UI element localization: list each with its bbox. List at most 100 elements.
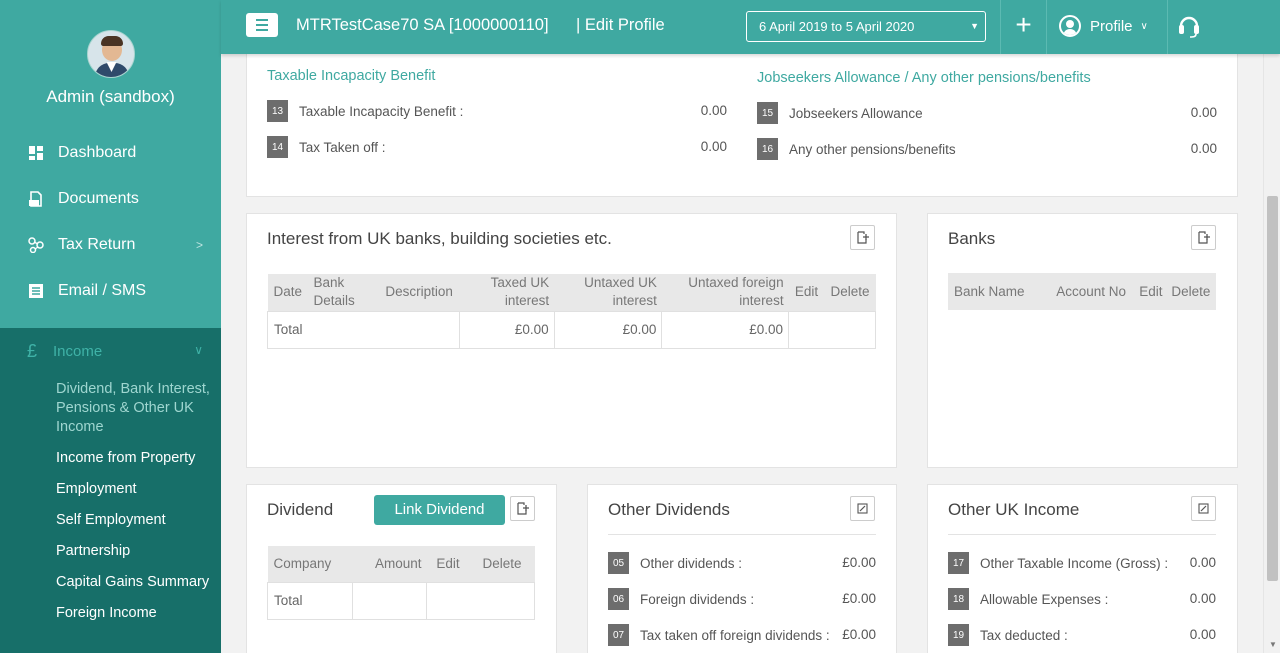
edit-profile-link[interactable]: | Edit Profile	[576, 16, 665, 35]
box-row-17: 17 Other Taxable Income (Gross) :	[948, 552, 1168, 574]
box-number: 05	[608, 552, 629, 574]
box-label: Tax deducted :	[980, 627, 1068, 643]
box-row-07: 07 Tax taken off foreign dividends :	[608, 624, 830, 646]
box-label: Other Taxable Income (Gross) :	[980, 555, 1169, 571]
other-dividends-title: Other Dividends	[608, 500, 730, 519]
submenu-item-partnership[interactable]: Partnership	[0, 536, 221, 567]
total-label: Total	[267, 310, 460, 349]
tax-return-icon	[27, 236, 45, 254]
col-untaxed-foreign-interest: Untaxed foreign interest	[661, 274, 789, 311]
add-interest-button[interactable]	[850, 225, 875, 250]
col-description: Description	[375, 274, 460, 311]
total-untaxed-uk: £0.00	[553, 310, 663, 349]
scroll-down-arrow-icon[interactable]: ▼	[1269, 640, 1277, 649]
col-amount: Amount	[352, 546, 427, 582]
add-dividend-button[interactable]	[510, 496, 535, 521]
sidebar-item-label: Tax Return	[58, 236, 136, 253]
banks-panel-title: Banks	[948, 229, 996, 248]
col-taxed-uk-interest: Taxed UK interest	[459, 274, 555, 311]
chevron-down-icon: ∨	[194, 343, 203, 357]
box-number: 14	[267, 136, 288, 158]
box-number: 17	[948, 552, 969, 574]
box-row-15: 15 Jobseekers Allowance	[757, 102, 923, 124]
sidebar-item-tax-return[interactable]: Tax Return >	[0, 222, 221, 268]
box-value: 0.00	[700, 103, 727, 118]
scrollbar-thumb[interactable]	[1267, 196, 1278, 581]
add-file-icon	[857, 231, 869, 244]
col-bank-name: Bank Name	[948, 273, 1047, 310]
banks-table: Bank Name Account No Edit Delete	[948, 273, 1216, 310]
col-delete: Delete	[1165, 273, 1216, 310]
submenu-item-dividend-bank-interest[interactable]: Dividend, Bank Interest, Pensions & Othe…	[0, 374, 221, 443]
box-label: Taxable Incapacity Benefit :	[299, 103, 464, 119]
box-value: 0.00	[700, 139, 727, 154]
box-label: Allowable Expenses :	[980, 591, 1109, 607]
box-number: 18	[948, 588, 969, 610]
headset-icon[interactable]	[1177, 13, 1201, 38]
link-dividend-button[interactable]: Link Dividend	[374, 495, 505, 525]
sidebar: Admin (sandbox) Dashboard Documents Tax …	[0, 0, 221, 653]
chevron-down-icon: ∨	[1140, 20, 1148, 32]
add-bank-button[interactable]	[1191, 225, 1216, 250]
box-value: 0.00	[1189, 555, 1216, 570]
dropdown-arrow-icon: ▼	[970, 21, 979, 31]
sidebar-item-label: Documents	[58, 190, 139, 207]
box-row-05: 05 Other dividends :	[608, 552, 742, 574]
total-label: Total	[267, 581, 353, 620]
add-button[interactable]: +	[1000, 0, 1047, 54]
sidebar-item-label: Email / SMS	[58, 282, 147, 299]
edit-icon	[857, 503, 868, 514]
panel-divider	[948, 534, 1216, 535]
box-number: 06	[608, 588, 629, 610]
box-label: Tax Taken off :	[299, 139, 386, 155]
col-edit: Edit	[1135, 273, 1166, 310]
col-untaxed-uk-interest: Untaxed UK interest	[554, 274, 662, 311]
page-scrollbar[interactable]: ▼	[1263, 54, 1280, 653]
menu-toggle-button[interactable]	[246, 13, 278, 37]
box-value: 0.00	[1189, 591, 1216, 606]
box-row-16: 16 Any other pensions/benefits	[757, 138, 956, 160]
box-number: 19	[948, 624, 969, 646]
submenu-item-foreign-income[interactable]: Foreign Income	[0, 598, 221, 629]
dividend-table: Company Amount Edit Delete Total	[267, 546, 535, 620]
sidebar-item-documents[interactable]: Documents	[0, 176, 221, 222]
box-value: £0.00	[842, 591, 876, 606]
box-row-19: 19 Tax deducted :	[948, 624, 1068, 646]
box-row-18: 18 Allowable Expenses :	[948, 588, 1108, 610]
submenu-item-income-from-property[interactable]: Income from Property	[0, 443, 221, 474]
box-label: Tax taken off foreign dividends :	[640, 627, 830, 643]
avatar[interactable]	[86, 30, 135, 78]
submenu-item-employment[interactable]: Employment	[0, 474, 221, 505]
total-amount	[352, 581, 427, 620]
col-edit: Edit	[426, 546, 470, 582]
dividend-panel-title: Dividend	[267, 500, 334, 519]
box-label: Foreign dividends :	[640, 591, 755, 607]
box-value: £0.00	[842, 627, 876, 642]
col-delete: Delete	[469, 546, 535, 582]
sidebar-item-dashboard[interactable]: Dashboard	[0, 130, 221, 176]
submenu-item-capital-gains-summary[interactable]: Capital Gains Summary	[0, 567, 221, 598]
income-submenu: £ Income ∨ Dividend, Bank Interest, Pens…	[0, 328, 221, 653]
col-account-no: Account No	[1046, 273, 1136, 310]
edit-other-dividends-button[interactable]	[850, 496, 875, 521]
box-value: 0.00	[1190, 105, 1217, 120]
box-number: 16	[757, 138, 778, 160]
edit-other-uk-income-button[interactable]	[1191, 496, 1216, 521]
total-untaxed-foreign: £0.00	[661, 310, 790, 349]
banks-panel	[927, 213, 1238, 468]
sidebar-item-label: Dashboard	[58, 144, 137, 161]
box-number: 07	[608, 624, 629, 646]
submenu-item-self-employment[interactable]: Self Employment	[0, 505, 221, 536]
client-title: MTRTestCase70 SA [1000000110]	[296, 16, 549, 34]
sidebar-item-income[interactable]: £ Income ∨	[0, 328, 221, 374]
box-number: 15	[757, 102, 778, 124]
email-icon	[27, 282, 45, 300]
box-number: 13	[267, 100, 288, 122]
box-label: Other dividends :	[640, 555, 743, 571]
tax-period-select[interactable]: 6 April 2019 to 5 April 2020 ▼	[746, 11, 986, 42]
profile-menu[interactable]: Profile ∨	[1059, 13, 1148, 39]
add-file-icon	[517, 502, 529, 515]
other-uk-income-title: Other UK Income	[948, 500, 1080, 519]
table-row-total: Total £0.00 £0.00 £0.00	[267, 310, 876, 349]
sidebar-item-email-sms[interactable]: Email / SMS	[0, 268, 221, 314]
